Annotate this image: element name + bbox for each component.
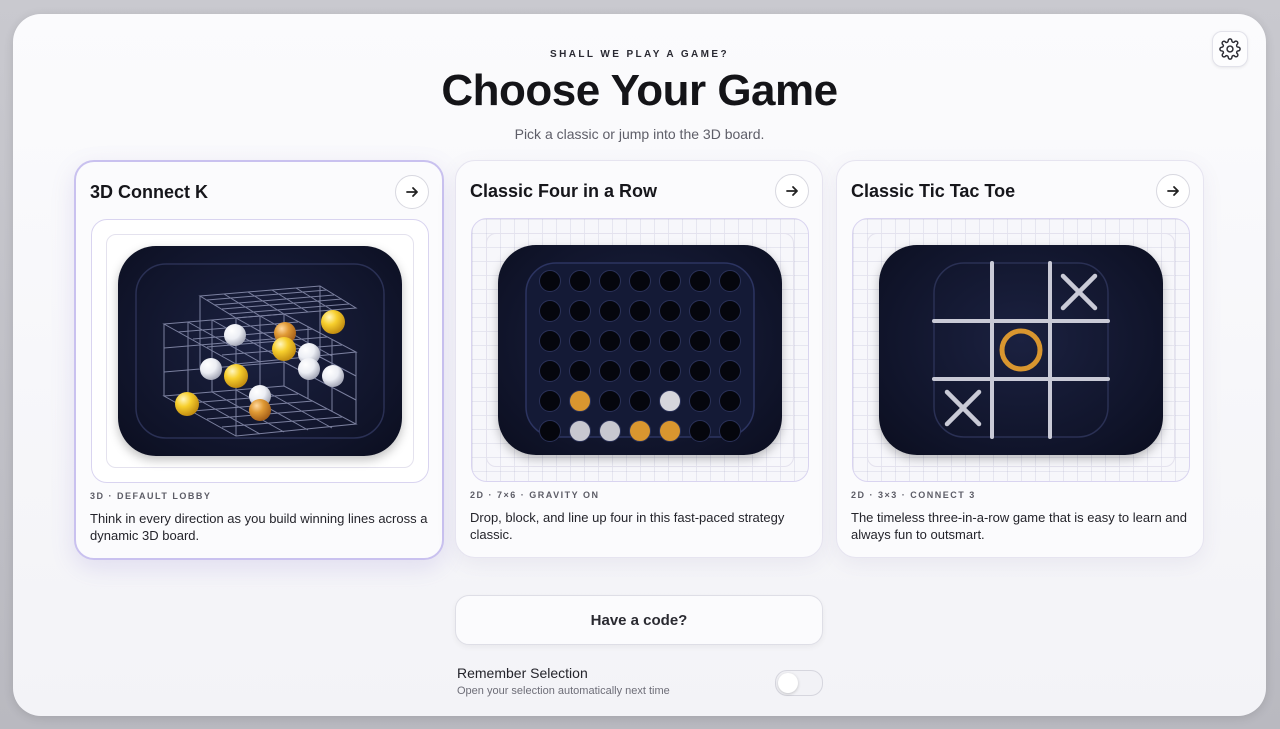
game-card-four-in-a-row[interactable]: Classic Four in a Row 2D · 7×6 · GRAVITY… — [455, 160, 823, 558]
card-description: The timeless three-in-a-row game that is… — [851, 510, 1187, 542]
card-meta: 2D · 7×6 · GRAVITY ON — [470, 490, 600, 500]
board-slot — [689, 300, 711, 322]
board-slot — [629, 360, 651, 382]
board-slot — [539, 330, 561, 352]
board-slot — [569, 360, 591, 382]
board-slot — [689, 330, 711, 352]
board-slot — [719, 390, 741, 412]
board-slot — [539, 360, 561, 382]
game-card-3d-connect-k[interactable]: 3D Connect K 3D · DEFAULT LOBBY Think in… — [74, 160, 444, 560]
game-preview — [471, 218, 809, 482]
card-meta: 3D · DEFAULT LOBBY — [90, 491, 212, 501]
board-slot — [569, 330, 591, 352]
board-slot — [629, 390, 651, 412]
page-title: Choose Your Game — [441, 66, 838, 115]
remember-selection-sublabel: Open your selection automatically next t… — [457, 685, 670, 697]
remember-selection-label: Remember Selection — [457, 665, 588, 681]
board-slot — [569, 270, 591, 292]
board-slot — [569, 300, 591, 322]
open-game-button[interactable] — [775, 174, 809, 208]
board-slot — [629, 300, 651, 322]
board-slot — [599, 270, 621, 292]
board-slot — [539, 420, 561, 442]
board-piece — [659, 420, 681, 442]
have-a-code-button[interactable]: Have a code? — [455, 595, 823, 645]
card-title: 3D Connect K — [90, 182, 209, 202]
card-title: Classic Four in a Row — [470, 181, 658, 201]
open-game-button[interactable] — [1156, 174, 1190, 208]
board-piece — [659, 390, 681, 412]
board-slot — [719, 300, 741, 322]
board-slot — [659, 270, 681, 292]
board-slot — [629, 270, 651, 292]
card-description: Drop, block, and line up four in this fa… — [470, 510, 785, 542]
board-slot — [689, 360, 711, 382]
board-slot — [539, 300, 561, 322]
board-slot — [599, 360, 621, 382]
card-meta: 2D · 3×3 · CONNECT 3 — [851, 490, 976, 500]
remember-selection-toggle[interactable] — [775, 670, 823, 696]
board-slot — [659, 300, 681, 322]
board-piece — [629, 420, 651, 442]
board-slot — [719, 420, 741, 442]
card-title: Classic Tic Tac Toe — [851, 181, 1016, 201]
arrow-right-icon — [1167, 186, 1179, 196]
board-slot — [539, 270, 561, 292]
board-piece — [569, 390, 591, 412]
arrow-right-icon — [406, 187, 418, 197]
card-description: Think in every direction as you build wi… — [90, 511, 428, 543]
o-mark — [999, 328, 1043, 372]
game-launcher-window: SHALL WE PLAY A GAME? Choose Your Game P… — [13, 14, 1266, 716]
3d-grid-board — [118, 246, 402, 456]
board-slot — [629, 330, 651, 352]
x-mark — [944, 273, 1098, 427]
board-slot — [719, 360, 741, 382]
board-slot — [689, 420, 711, 442]
game-preview — [852, 218, 1190, 482]
board-slot — [599, 390, 621, 412]
arrow-right-icon — [786, 186, 798, 196]
board-slot — [719, 330, 741, 352]
board-slot — [719, 270, 741, 292]
page-subtitle: Pick a classic or jump into the 3D board… — [514, 126, 765, 142]
tic-tac-toe-board — [879, 245, 1163, 455]
board-slot — [659, 360, 681, 382]
game-card-tic-tac-toe[interactable]: Classic Tic Tac Toe 2D · 3×3 · CONNECT 3… — [836, 160, 1204, 558]
game-preview — [91, 219, 429, 483]
toggle-knob — [778, 673, 798, 693]
board-slot — [659, 330, 681, 352]
board-slot — [599, 330, 621, 352]
board-slot — [539, 390, 561, 412]
board-slot — [689, 390, 711, 412]
board-slot — [689, 270, 711, 292]
board-piece — [569, 420, 591, 442]
board-slot — [599, 300, 621, 322]
board-piece — [599, 420, 621, 442]
open-game-button[interactable] — [395, 175, 429, 209]
four-in-a-row-board — [498, 245, 782, 455]
eyebrow-text: SHALL WE PLAY A GAME? — [550, 49, 729, 60]
